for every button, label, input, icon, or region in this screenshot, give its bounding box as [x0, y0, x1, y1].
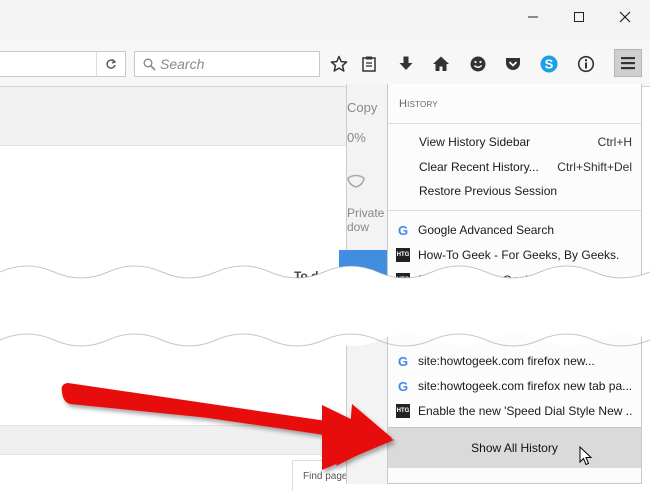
reload-icon — [106, 59, 117, 69]
hamburger-menu-icon — [621, 57, 635, 70]
divider — [388, 210, 641, 211]
smiley-icon — [470, 56, 486, 72]
svg-text:G: G — [398, 354, 408, 368]
search-bar[interactable] — [134, 51, 320, 77]
view-history-sidebar-shortcut: Ctrl+H — [597, 135, 632, 149]
search-icon — [143, 58, 156, 71]
history-entry[interactable]: G Google Advanced Search — [396, 220, 636, 240]
google-icon: G — [396, 354, 410, 368]
copy-menu-label[interactable]: Copy — [347, 100, 377, 115]
history-entry-title: site:howtogeek.com firefox new tab pa... — [418, 379, 633, 393]
history-entry[interactable]: G site:howtogeek.com firefox new tab pa.… — [396, 376, 636, 396]
downloads-button[interactable] — [394, 52, 418, 76]
divider — [388, 123, 641, 124]
svg-text:S: S — [545, 57, 554, 72]
private-window-mask-icon — [346, 172, 366, 193]
maximize-button[interactable] — [556, 0, 602, 34]
history-entry-title: Enable the new 'Speed Dial Style New ... — [418, 404, 633, 418]
clear-recent-history-item[interactable]: Clear Recent History... — [419, 160, 539, 174]
history-entry-title: site:howtogeek.com firefox new... — [418, 354, 595, 368]
skype-button[interactable]: S — [537, 52, 561, 76]
minimize-icon — [528, 16, 538, 18]
clear-recent-history-shortcut: Ctrl+Shift+Del — [557, 160, 632, 174]
url-bar[interactable] — [0, 51, 126, 77]
search-input[interactable] — [160, 56, 310, 72]
page-header-strip — [0, 87, 346, 146]
history-entry[interactable]: HTG Enable the new 'Speed Dial Style New… — [396, 401, 636, 421]
open-menu-button[interactable] — [614, 49, 642, 77]
close-button[interactable] — [602, 0, 648, 34]
history-entry-title: Google Advanced Search — [418, 223, 555, 237]
private-window-label[interactable]: Private dow — [347, 206, 384, 234]
page-footer-strip — [0, 425, 346, 455]
show-all-history-button[interactable]: Show All History — [388, 427, 641, 468]
home-icon — [433, 56, 449, 71]
download-arrow-icon — [399, 56, 413, 70]
info-button[interactable] — [574, 52, 598, 76]
history-entry[interactable]: G site:howtogeek.com firefox new... — [396, 351, 636, 371]
svg-text:G: G — [398, 223, 408, 237]
svg-text:G: G — [398, 379, 408, 393]
home-button[interactable] — [429, 52, 453, 76]
view-history-sidebar-item[interactable]: View History Sidebar — [419, 135, 530, 149]
star-icon — [330, 55, 348, 72]
zoom-level-label: 0% — [347, 130, 366, 145]
screenshot-break — [0, 265, 650, 347]
close-icon — [619, 11, 631, 23]
hello-button[interactable] — [466, 52, 490, 76]
title-bar — [0, 0, 650, 40]
reload-button[interactable] — [96, 52, 125, 76]
restore-previous-session-item[interactable]: Restore Previous Session — [419, 184, 557, 198]
skype-icon: S — [540, 55, 558, 73]
private-label-line2: dow — [347, 220, 370, 234]
bookmark-star-button[interactable] — [327, 52, 351, 76]
mouse-cursor-icon — [579, 445, 593, 469]
htg-icon: HTG — [396, 404, 410, 418]
history-heading: History — [399, 98, 438, 110]
pocket-icon — [506, 58, 520, 70]
private-label-line1: Private — [347, 206, 385, 220]
navigation-toolbar: S — [0, 40, 650, 87]
minimize-button[interactable] — [510, 0, 556, 34]
reading-list-button[interactable] — [357, 52, 381, 76]
maximize-icon — [574, 12, 584, 22]
google-icon: G — [396, 379, 410, 393]
clipboard-icon — [362, 56, 376, 72]
pocket-button[interactable] — [501, 52, 525, 76]
google-icon: G — [396, 223, 410, 237]
info-icon — [577, 55, 595, 73]
